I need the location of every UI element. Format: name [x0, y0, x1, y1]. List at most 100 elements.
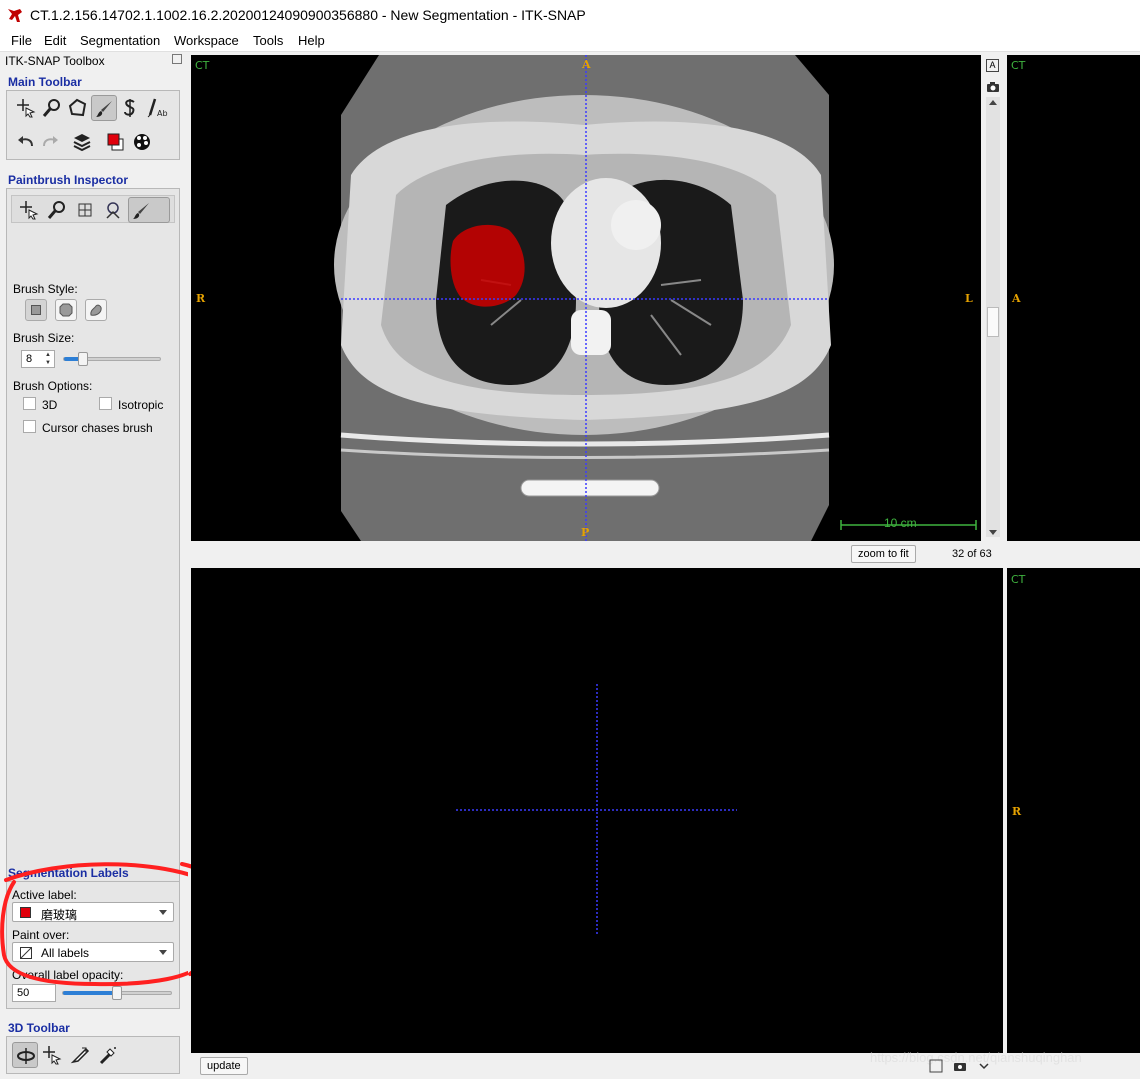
menu-file[interactable]: File	[11, 33, 32, 48]
brush-freeform-button[interactable]	[85, 299, 107, 321]
slice-scrollbar[interactable]	[986, 97, 1000, 537]
paintbrush-icon	[133, 203, 149, 219]
paintbrush-icon	[96, 101, 112, 117]
redo-icon	[43, 136, 58, 147]
menu-workspace[interactable]: Workspace	[174, 33, 239, 48]
snake-tool-button[interactable]	[117, 95, 143, 121]
undo-icon	[18, 136, 33, 147]
menu-help[interactable]: Help	[298, 33, 325, 48]
scale-bar-label: 10 cm	[884, 516, 917, 530]
menu-bar: File Edit Segmentation Workspace Tools H…	[0, 30, 1140, 52]
window-title: CT.1.2.156.14702.1.1002.16.2.20200124090…	[30, 7, 586, 23]
axial-view[interactable]: CT A P R L 10 cm	[191, 55, 981, 541]
coronal-orient-label: R	[1012, 805, 1022, 818]
toolbar-3d	[6, 1036, 180, 1074]
palette-icon	[134, 134, 150, 150]
sagittal-layer-label: CT	[1011, 59, 1026, 72]
inspector-adaptive-button[interactable]	[100, 197, 126, 223]
zoom-tool-button[interactable]	[39, 95, 65, 121]
undo-button[interactable]	[13, 129, 39, 155]
zoom-icon	[47, 201, 65, 219]
annotation-icon: Ab	[147, 98, 168, 118]
orient-top-label: A	[582, 58, 591, 71]
grid-icon	[78, 203, 92, 217]
scroll-up-icon[interactable]	[989, 100, 997, 105]
option-3d-label: 3D	[42, 398, 58, 412]
option-isotropic-label: Isotropic	[118, 398, 164, 412]
sagittal-view[interactable]: CT A	[1007, 55, 1140, 541]
orient-left-label: R	[196, 292, 206, 305]
brush-round-button[interactable]	[55, 299, 77, 321]
coronal-layer-label: CT	[1011, 573, 1026, 586]
coronal-view[interactable]: CT R	[1007, 568, 1140, 1053]
scroll-thumb[interactable]	[987, 307, 999, 337]
crosshair-icon	[43, 1046, 62, 1065]
scalpel-3d-button[interactable]	[67, 1042, 93, 1068]
layers-icon	[73, 134, 91, 152]
title-bar: CT.1.2.156.14702.1.1002.16.2.20200124090…	[0, 0, 1140, 30]
option-isotropic-checkbox[interactable]	[99, 397, 112, 410]
itksnap-logo-icon	[8, 9, 22, 22]
option-3d-checkbox[interactable]	[23, 397, 36, 410]
inspector-mode-bar	[11, 195, 175, 223]
paintbrush-tool-button[interactable]	[91, 95, 117, 121]
crosshair-3d-button[interactable]	[39, 1042, 65, 1068]
redo-button[interactable]	[37, 129, 63, 155]
inspector-zoom-button[interactable]	[44, 197, 70, 223]
octagon-icon	[59, 303, 73, 317]
axial-side-toolbar: A	[983, 55, 1003, 541]
brush-size-input[interactable]: 8 ▲ ▼	[21, 350, 55, 368]
snake-icon	[124, 99, 135, 117]
sagittal-orient-label: A	[1012, 292, 1021, 305]
freeform-brush-icon	[90, 304, 102, 316]
main-toolbar-title: Main Toolbar	[8, 75, 82, 89]
annotation-mode-icon[interactable]: A	[986, 59, 999, 72]
brush-options-label: Brush Options:	[13, 379, 93, 393]
annotation-circle	[0, 862, 188, 987]
camera-icon[interactable]	[986, 81, 1000, 93]
palette-button[interactable]	[129, 129, 155, 155]
axial-layer-label: CT	[195, 59, 210, 72]
inspector-paintbrush-button[interactable]	[128, 197, 170, 223]
render-3d-view[interactable]	[191, 568, 1003, 1053]
square-icon	[31, 305, 41, 315]
scalpel-icon	[70, 1047, 90, 1064]
brush-size-label: Brush Size:	[13, 331, 75, 345]
menu-segmentation[interactable]: Segmentation	[80, 33, 160, 48]
crosshair-tool-button[interactable]	[13, 95, 39, 121]
toolbox-panel: ITK-SNAP Toolbox Main Toolbar Ab Paintbr…	[0, 52, 188, 1079]
adaptive-brush-icon	[106, 202, 120, 219]
slice-counter: 32 of 63	[952, 548, 992, 560]
spray-3d-button[interactable]	[95, 1042, 121, 1068]
toolbox-title: ITK-SNAP Toolbox	[5, 54, 105, 68]
option-cursor-chases-label: Cursor chases brush	[42, 421, 153, 435]
spin-arrows-icon[interactable]: ▲ ▼	[43, 351, 53, 367]
svg-text:Ab: Ab	[157, 109, 168, 118]
bottom-view-icons	[929, 1059, 989, 1073]
paintbrush-inspector-title: Paintbrush Inspector	[8, 173, 129, 187]
label-color-button[interactable]	[103, 129, 129, 155]
brush-size-value: 8	[26, 353, 33, 365]
option-cursor-chases-checkbox[interactable]	[23, 420, 36, 433]
inspector-crosshair-button[interactable]	[16, 197, 42, 223]
layers-button[interactable]	[69, 129, 95, 155]
brush-size-slider-thumb[interactable]	[77, 352, 88, 366]
annotation-tool-button[interactable]: Ab	[143, 95, 169, 121]
paintbrush-inspector: Brush Style: Brush Size: 8 ▲ ▼ Brush Opti…	[6, 188, 180, 904]
float-panel-icon[interactable]	[172, 54, 182, 64]
orient-bottom-label: P	[581, 526, 590, 539]
orient-right-label: L	[965, 292, 973, 305]
rotate-icon	[17, 1048, 35, 1064]
update-button[interactable]: update	[200, 1057, 248, 1075]
menu-tools[interactable]: Tools	[253, 33, 283, 48]
inspector-grid-button[interactable]	[72, 197, 98, 223]
main-toolbar: Ab	[6, 90, 180, 160]
label-color-icon	[107, 133, 124, 151]
scroll-down-icon[interactable]	[989, 530, 997, 535]
brush-square-button[interactable]	[25, 299, 47, 321]
rotate-3d-button[interactable]	[12, 1042, 38, 1068]
crosshair-icon	[20, 201, 39, 220]
polygon-tool-button[interactable]	[65, 95, 91, 121]
menu-edit[interactable]: Edit	[44, 33, 66, 48]
zoom-to-fit-button[interactable]: zoom to fit	[851, 545, 916, 563]
